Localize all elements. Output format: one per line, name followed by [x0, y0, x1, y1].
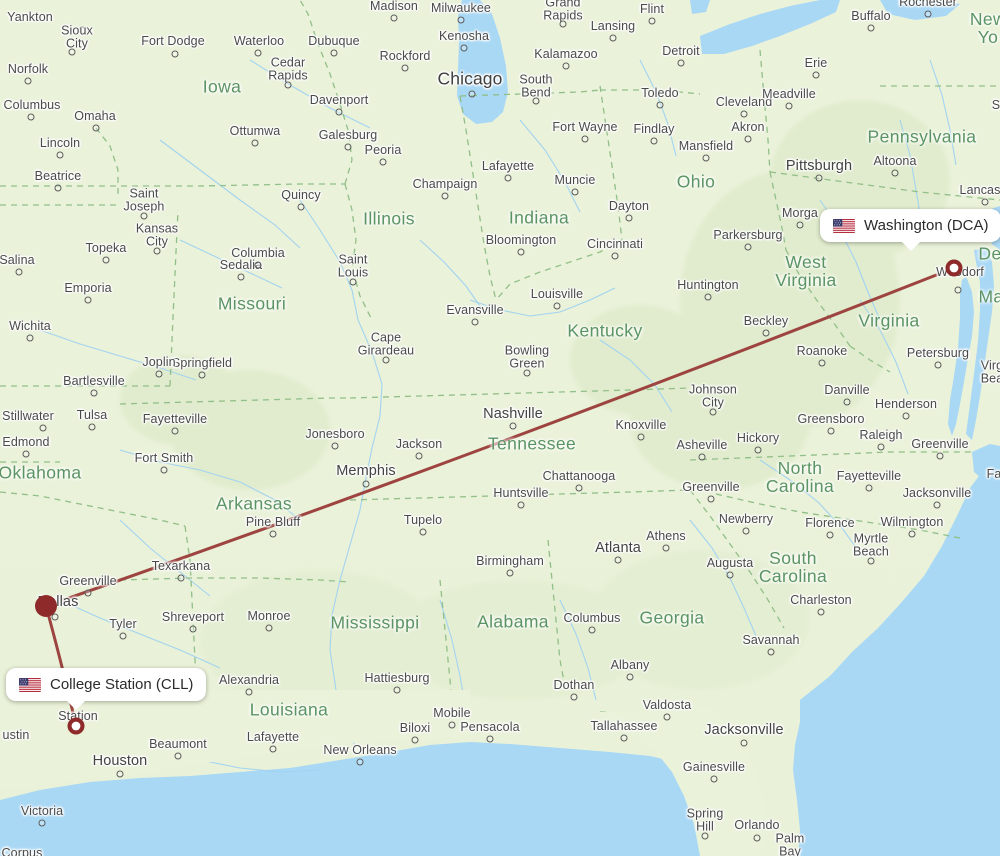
airport-marker-dca[interactable]	[945, 259, 963, 277]
tooltip-tail	[66, 700, 86, 710]
tooltip-destination-dca[interactable]: Washington (DCA)	[820, 209, 1000, 251]
tooltip-tail	[900, 241, 921, 251]
tooltip-origin-cll[interactable]: College Station (CLL)	[6, 668, 207, 710]
flight-route-map[interactable]: Iowa Illinois Indiana Ohio Missouri Kentucky T…	[0, 0, 1000, 856]
airport-marker-cll[interactable]	[67, 717, 85, 735]
airport-markers-layer[interactable]	[0, 0, 1000, 856]
tooltip-label-cll: College Station (CLL)	[50, 676, 194, 693]
us-flag-icon	[833, 218, 855, 233]
tooltip-label-dca: Washington (DCA)	[864, 217, 989, 234]
us-flag-icon	[19, 677, 41, 692]
waypoint-marker-dallas[interactable]	[35, 595, 57, 617]
